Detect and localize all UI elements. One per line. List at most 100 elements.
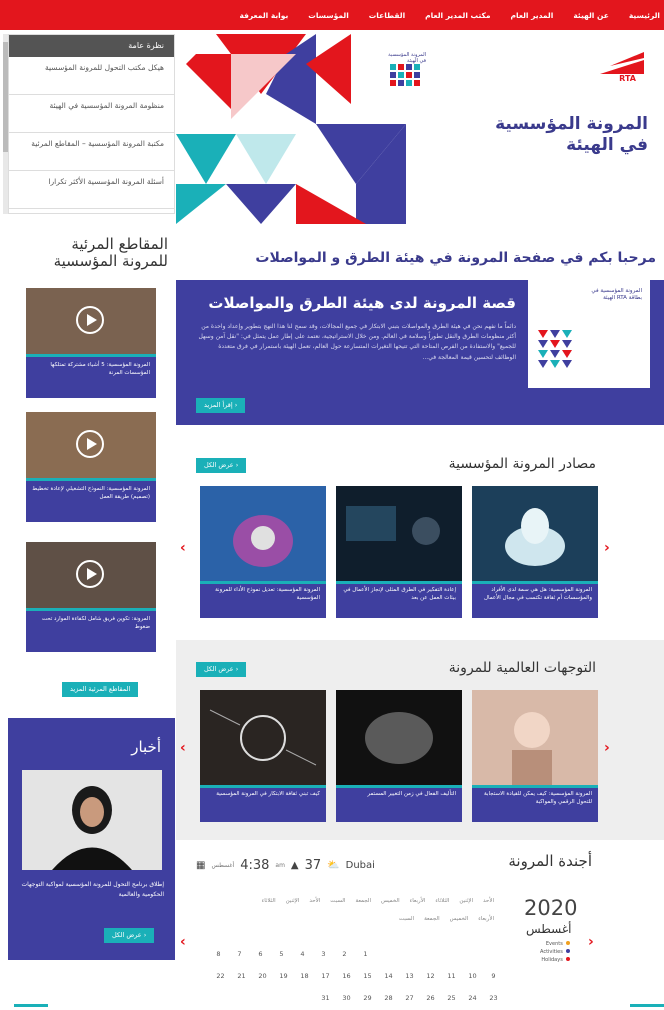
calendar-next-arrow[interactable]: › [588, 934, 594, 950]
calendar-day[interactable]: 7 [229, 950, 250, 958]
video-card-3-bar [26, 608, 156, 611]
sidebar-item-system[interactable]: منظومة المرونة المؤسسية في الهيئة [9, 95, 174, 133]
calendar-icon[interactable]: ▦ [196, 860, 205, 871]
sources-title: مصادر المرونة المؤسسية [448, 456, 596, 472]
calendar-day[interactable]: 30 [336, 994, 357, 1002]
video-card-2[interactable]: المرونة المؤسسية: النموذج التشغيلي لإعاد… [26, 412, 156, 522]
calendar-day[interactable]: 21 [231, 972, 252, 980]
calendar-day[interactable]: 16 [336, 972, 357, 980]
video-card-3[interactable]: المرونة: تكوين فريق شامل لكفاءة الموارد … [26, 542, 156, 652]
footer-divider-left [14, 1004, 48, 1007]
calendar-day[interactable]: 24 [462, 994, 483, 1002]
hero-pattern-icon [390, 64, 420, 86]
sources-prev-arrow[interactable]: ‹ [180, 540, 186, 556]
calendar-day[interactable]: 31 [315, 994, 336, 1002]
read-more-button[interactable]: إقرأ المزيد › [196, 398, 246, 413]
calendar-day[interactable]: 22 [210, 972, 231, 980]
brain-image [365, 712, 433, 764]
calendar-day[interactable]: 23 [483, 994, 504, 1002]
sources-card-2[interactable]: إعادة التفكير في الطرق المثلى لإنجاز الأ… [336, 486, 462, 618]
nav-item-ceo-office[interactable]: مكتب المدير العام [425, 11, 490, 20]
calendar-day[interactable]: 29 [357, 994, 378, 1002]
calendar-legend: Events Activities Holidays [540, 940, 570, 964]
sources-card-3[interactable]: المرونة المؤسسية: تعديل نموذج الأداء للم… [200, 486, 326, 618]
rta-logo-icon[interactable] [600, 52, 644, 74]
videos-more-label: المقاطع المرئية المزيد [70, 685, 131, 693]
nav-item-sectors[interactable]: القطاعات [369, 11, 405, 20]
calendar-day[interactable]: 27 [399, 994, 420, 1002]
sidebar-item-structure[interactable]: هيكل مكتب التحول للمرونة المؤسسية [9, 57, 174, 95]
calendar-day[interactable]: 1 [355, 950, 376, 958]
hero-sub-label: المرونة المؤسسية في الهيئة [388, 52, 426, 64]
trends-card-1[interactable]: المرونة المؤسسية: كيف يمكن للقيادة الاست… [472, 690, 598, 822]
trends-card-3[interactable]: كيف تبني ثقافة الابتكار في المرونة المؤس… [200, 690, 326, 822]
play-icon[interactable] [76, 306, 104, 334]
calendar-day[interactable]: 17 [315, 972, 336, 980]
agenda-title: أجندة المرونة [508, 852, 592, 870]
calendar-prev-arrow[interactable]: ‹ [180, 934, 186, 950]
sources-card-2-caption: إعادة التفكير في الطرق المثلى لإنجاز الأ… [343, 587, 456, 602]
news-person-image [52, 786, 132, 870]
news-caption[interactable]: إطلاق برنامج التحول للمرونة المؤسسية لمو… [18, 880, 164, 899]
calendar-day[interactable]: 5 [271, 950, 292, 958]
sources-view-all-button[interactable]: عرض الكل › [196, 458, 247, 473]
play-icon[interactable] [76, 560, 104, 588]
calendar-week-1: 12345678 [208, 950, 376, 958]
calendar-day[interactable]: 13 [399, 972, 420, 980]
mosque-icon: ▲ [290, 860, 299, 871]
sidebar-menu: نظرة عامة هيكل مكتب التحول للمرونة المؤس… [8, 34, 175, 214]
splash-image [505, 508, 565, 566]
calendar-day[interactable]: 28 [378, 994, 399, 1002]
sources-card-1-image [472, 486, 598, 581]
nav-item-ceo[interactable]: المدير العام [511, 11, 554, 20]
innovation-circle-image [209, 709, 317, 766]
sources-card-2-image [336, 486, 462, 581]
calendar-day[interactable]: 3 [313, 950, 334, 958]
calendar-day[interactable]: 8 [208, 950, 229, 958]
trends-card-1-image [472, 690, 598, 785]
calendar-day[interactable]: 6 [250, 950, 271, 958]
sources-card-1[interactable]: المرونة المؤسسية: هل هي سمة لدى الأفراد … [472, 486, 598, 618]
calendar-day[interactable]: 14 [378, 972, 399, 980]
video-card-1[interactable]: المرونة المؤسسية: 5 أشياء مشتركة تمتلكها… [26, 288, 156, 398]
calendar-day[interactable]: 18 [294, 972, 315, 980]
nav-item-home[interactable]: الرئيسية [629, 11, 660, 20]
sources-next-arrow[interactable]: › [604, 540, 610, 556]
rta-logo-text: RTA [619, 74, 636, 83]
nav-item-about[interactable]: عن الهيئة [573, 11, 609, 20]
trends-view-all-button[interactable]: عرض الكل › [196, 662, 247, 677]
calendar-day[interactable]: 12 [420, 972, 441, 980]
calendar-day[interactable]: 4 [292, 950, 313, 958]
calendar-day[interactable]: 10 [462, 972, 483, 980]
calendar-day[interactable]: 2 [334, 950, 355, 958]
page: الرئيسية عن الهيئة المدير العام مكتب الم… [0, 0, 664, 1010]
nav-item-knowledge[interactable]: بوابة المعرفة [239, 11, 288, 20]
calendar-day[interactable]: 19 [273, 972, 294, 980]
sidebar-item-faq[interactable]: أسئلة المرونة المؤسسية الأكثر تكرارا [9, 171, 174, 209]
weather-ampm: am [275, 862, 285, 869]
sidebar-item-library[interactable]: مكتبة المرونة المؤسسية – المقاطع المرئية [9, 133, 174, 171]
video-card-1-caption: المرونة المؤسسية: 5 أشياء مشتركة تمتلكها… [50, 362, 150, 377]
nav-item-agencies[interactable]: المؤسسات [308, 11, 348, 20]
calendar-day[interactable]: 15 [357, 972, 378, 980]
trends-prev-arrow[interactable]: ‹ [180, 740, 186, 756]
footer-divider-right [630, 1004, 664, 1007]
calendar-week-3: 23 24 25 26 27 28 29 30 31 [315, 994, 504, 1002]
calendar-day[interactable]: 25 [441, 994, 462, 1002]
calendar-day[interactable]: 9 [483, 972, 504, 980]
trends-card-2[interactable]: التأليف الفعال في زمن التغيير المستمر [336, 690, 462, 822]
legend-activities: Activities [540, 948, 570, 956]
videos-more-button[interactable]: المقاطع المرئية المزيد [62, 682, 139, 697]
news-view-all-button[interactable]: عرض الكل › [104, 928, 155, 943]
calendar-day[interactable]: 11 [441, 972, 462, 980]
trends-next-arrow[interactable]: › [604, 740, 610, 756]
hero-title: المرونة المؤسسية في الهيئة [495, 114, 648, 157]
sources-card-3-caption: المرونة المؤسسية: تعديل نموذج الأداء للم… [215, 587, 320, 602]
play-icon[interactable] [76, 430, 104, 458]
calendar-day[interactable]: 26 [420, 994, 441, 1002]
news-photo[interactable] [22, 770, 162, 870]
story-section: المرونة المؤسسية في الهيئة RTA بطاقة قصة… [176, 280, 664, 425]
calendar-day[interactable]: 20 [252, 972, 273, 980]
story-title: قصة المرونة لدى هيئة الطرق والمواصلات [208, 294, 516, 312]
sidebar-menu-header[interactable]: نظرة عامة [9, 35, 174, 57]
